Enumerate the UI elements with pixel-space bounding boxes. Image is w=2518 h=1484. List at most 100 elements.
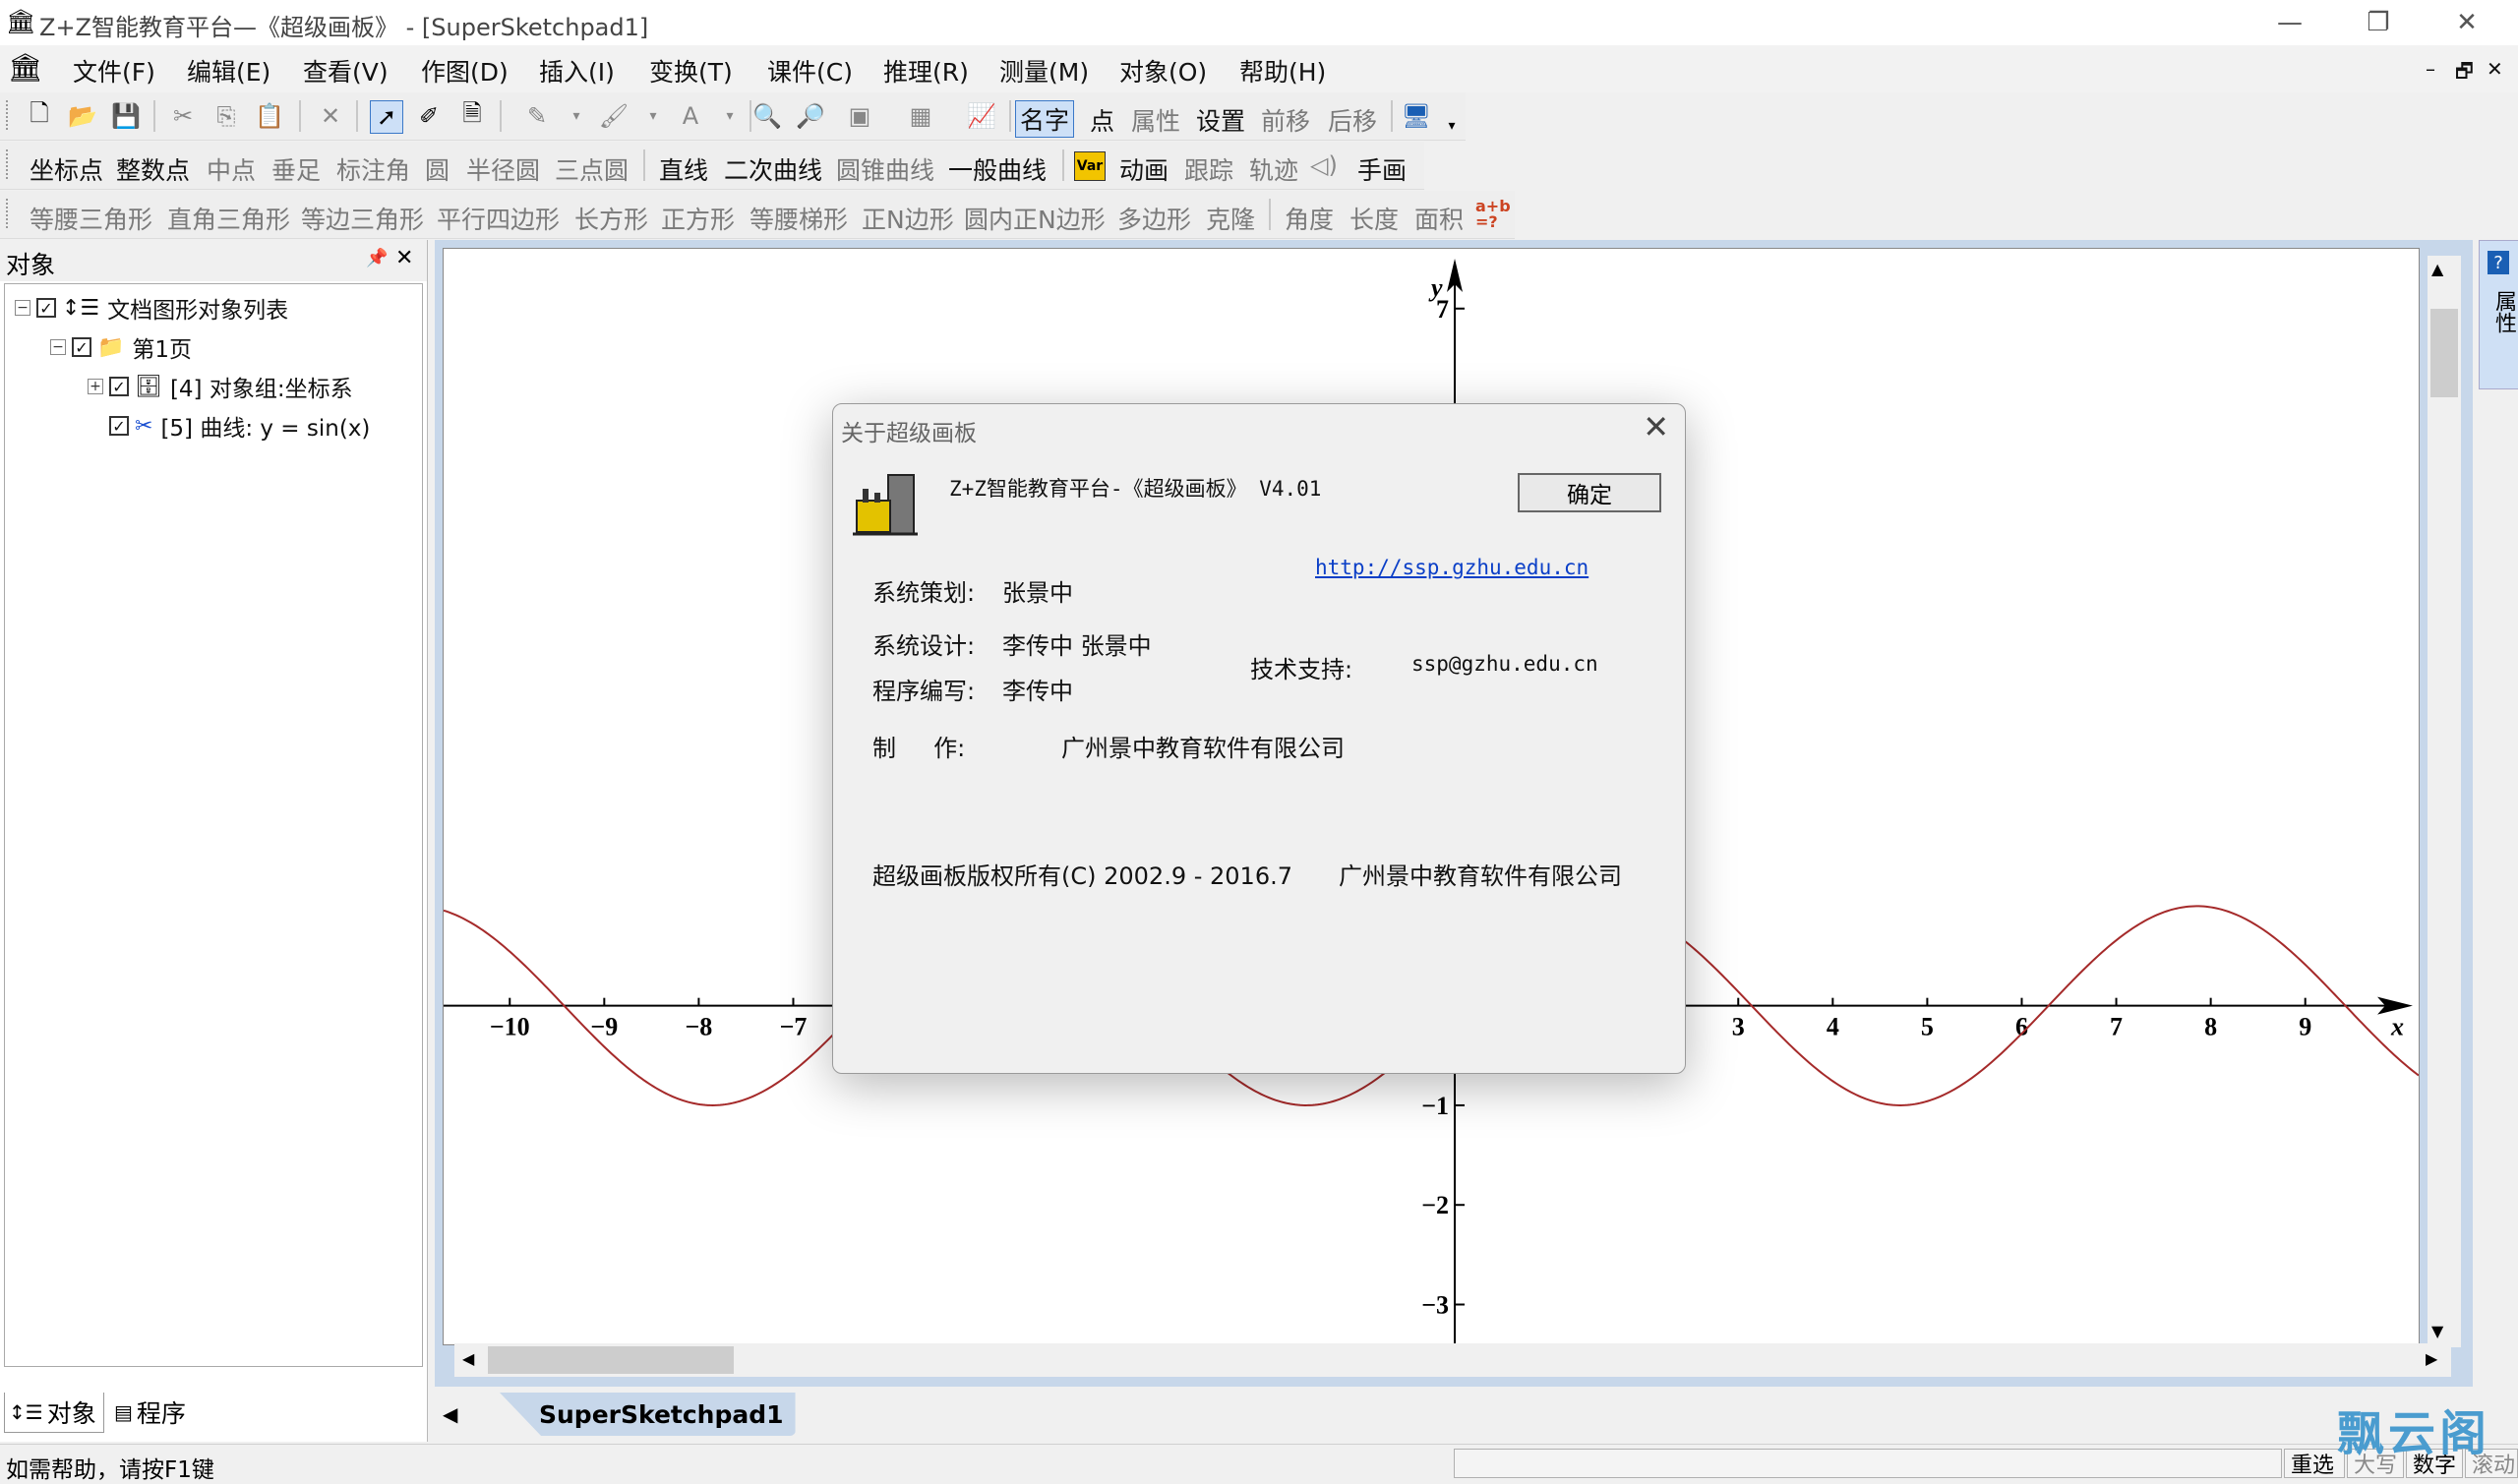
shape-isosceles-trapezoid[interactable]: 等腰梯形 [749, 201, 848, 236]
tool-animation[interactable]: 动画 [1119, 151, 1169, 187]
zoom-out-icon[interactable]: 🔎 [795, 100, 826, 132]
new-file-icon[interactable]: 🗋 [24, 99, 55, 132]
tab-supersketchpad1[interactable]: SuperSketchpad1 [500, 1393, 796, 1436]
menu-file[interactable]: 文件(F) [73, 53, 155, 89]
visibility-checkbox[interactable]: ✓ [72, 337, 91, 357]
vertical-scrollbar[interactable]: ▲ ▼ [2428, 256, 2461, 1347]
line-style-icon[interactable]: ✎ [521, 100, 553, 132]
paste-icon[interactable]: 📋 [254, 100, 285, 132]
properties-dock[interactable]: ? 属性 [2479, 240, 2518, 389]
help-icon[interactable]: ? [2488, 251, 2509, 274]
shape-clone[interactable]: 克隆 [1206, 201, 1255, 236]
tool-circle[interactable]: 圆 [425, 151, 450, 187]
copy-icon[interactable]: ⎘ [210, 100, 242, 132]
settings-button[interactable]: 设置 [1196, 102, 1245, 138]
shape-polygon[interactable]: 多边形 [1117, 201, 1191, 236]
menu-reasoning[interactable]: 推理(R) [883, 53, 969, 89]
mdi-close-button[interactable]: ✕ [2487, 57, 2503, 81]
shape-isosceles-triangle[interactable]: 等腰三角形 [30, 201, 152, 236]
tab-objects[interactable]: ↕☰ 对象 [4, 1393, 104, 1433]
text-tool-icon[interactable]: 🗎 [456, 99, 488, 132]
toolbar-grip[interactable] [6, 149, 12, 179]
tool-conic-curve[interactable]: 圆锥曲线 [836, 151, 934, 187]
pin-icon[interactable]: 📌 [366, 248, 388, 268]
select-arrow-icon[interactable]: ➚ [370, 100, 403, 134]
tool-three-point-circle[interactable]: 三点圆 [555, 151, 629, 187]
chevron-down-icon[interactable]: ▾ [637, 100, 669, 132]
grid-icon[interactable]: ▦ [905, 100, 936, 132]
visibility-checkbox[interactable]: ✓ [109, 416, 129, 436]
shape-rectangle[interactable]: 长方形 [574, 201, 648, 236]
chevron-down-icon[interactable]: ▾ [561, 100, 592, 132]
menu-view[interactable]: 查看(V) [303, 53, 389, 89]
chevron-down-icon[interactable]: ▾ [714, 100, 746, 132]
graph-icon[interactable]: 📈 [966, 100, 997, 132]
tree-item-object-group[interactable]: + ✓ 🗄 [4] 对象组:坐标系 [88, 369, 353, 404]
shape-square[interactable]: 正方形 [661, 201, 735, 236]
tool-trace[interactable]: 跟踪 [1184, 151, 1233, 187]
menu-measure[interactable]: 测量(M) [999, 53, 1089, 89]
name-button[interactable]: 名字 [1015, 100, 1075, 138]
close-button[interactable]: ✕ [2429, 0, 2504, 45]
mdi-minimize-button[interactable]: – [2426, 57, 2435, 81]
tool-radius-circle[interactable]: 半径圆 [466, 151, 540, 187]
tool-integer-point[interactable]: 整数点 [116, 151, 190, 187]
cut-icon[interactable]: ✂ [167, 100, 199, 132]
expand-icon[interactable]: + [88, 379, 103, 394]
tab-scroll-left-icon[interactable]: ◀ [443, 1402, 457, 1426]
tool-midpoint[interactable]: 中点 [207, 151, 256, 187]
point-label-button[interactable]: 点 [1090, 102, 1114, 138]
collapse-icon[interactable]: − [15, 300, 30, 316]
variable-icon[interactable]: Var [1074, 151, 1106, 181]
menu-transform[interactable]: 变换(T) [649, 53, 733, 89]
horizontal-scrollbar[interactable]: ◀ ▶ [454, 1343, 2451, 1377]
menu-help[interactable]: 帮助(H) [1239, 53, 1326, 89]
shape-inscribed-n-gon[interactable]: 圆内正N边形 [964, 201, 1106, 236]
scroll-left-icon[interactable]: ◀ [462, 1349, 474, 1368]
delete-icon[interactable]: ✕ [315, 100, 346, 132]
minimize-button[interactable]: — [2252, 0, 2327, 45]
open-folder-icon[interactable]: 📂 [67, 100, 98, 132]
visibility-checkbox[interactable]: ✓ [36, 298, 56, 318]
menu-edit[interactable]: 编辑(E) [187, 53, 270, 89]
shape-equilateral-triangle[interactable]: 等边三角形 [301, 201, 424, 236]
font-color-icon[interactable]: A [675, 100, 706, 132]
menu-object[interactable]: 对象(O) [1119, 53, 1207, 89]
measure-length[interactable]: 长度 [1349, 201, 1399, 236]
restore-button[interactable]: ❐ [2341, 0, 2416, 45]
scroll-right-icon[interactable]: ▶ [2426, 1349, 2437, 1368]
toolbar-grip[interactable] [6, 199, 12, 228]
website-link[interactable]: http://ssp.gzhu.edu.cn [1315, 556, 1589, 579]
horizontal-scroll-thumb[interactable] [488, 1346, 734, 1374]
measure-angle[interactable]: 角度 [1285, 201, 1334, 236]
properties-button[interactable]: 属性 [1131, 102, 1180, 138]
shape-regular-n-gon[interactable]: 正N边形 [862, 201, 954, 236]
menu-draw[interactable]: 作图(D) [421, 53, 509, 89]
move-forward-button[interactable]: 前移 [1261, 102, 1310, 138]
tool-locus[interactable]: 轨迹 [1249, 151, 1298, 187]
tree-item-page[interactable]: − ✓ 📁 第1页 [50, 329, 192, 365]
document-icon[interactable]: 🏛 [8, 51, 43, 84]
tool-coordinate-point[interactable]: 坐标点 [30, 151, 103, 187]
speaker-icon[interactable]: ◁) [1310, 151, 1338, 179]
shape-right-triangle[interactable]: 直角三角形 [167, 201, 290, 236]
shape-parallelogram[interactable]: 平行四边形 [437, 201, 560, 236]
ok-button[interactable]: 确定 [1518, 473, 1661, 512]
zoom-in-icon[interactable]: 🔍 [751, 100, 783, 132]
tool-line[interactable]: 直线 [659, 151, 708, 187]
tool-foot-perpendicular[interactable]: 垂足 [271, 151, 321, 187]
visibility-checkbox[interactable]: ✓ [109, 377, 129, 396]
point-tool-icon[interactable]: ✐ [413, 100, 445, 132]
tool-quadratic-curve[interactable]: 二次曲线 [724, 151, 822, 187]
tool-general-curve[interactable]: 一般曲线 [948, 151, 1047, 187]
save-icon[interactable]: 💾 [110, 100, 142, 132]
move-backward-button[interactable]: 后移 [1328, 102, 1377, 138]
scroll-up-icon[interactable]: ▲ [2431, 260, 2443, 278]
fit-view-icon[interactable]: ▣ [844, 100, 875, 132]
collapse-icon[interactable]: − [50, 339, 66, 355]
properties-tab-label[interactable]: 属性 [2488, 290, 2518, 333]
menu-insert[interactable]: 插入(I) [539, 53, 615, 89]
tab-program[interactable]: ▤ 程序 [110, 1393, 209, 1432]
scroll-down-icon[interactable]: ▼ [2431, 1322, 2443, 1340]
measure-area[interactable]: 面积 [1414, 201, 1464, 236]
